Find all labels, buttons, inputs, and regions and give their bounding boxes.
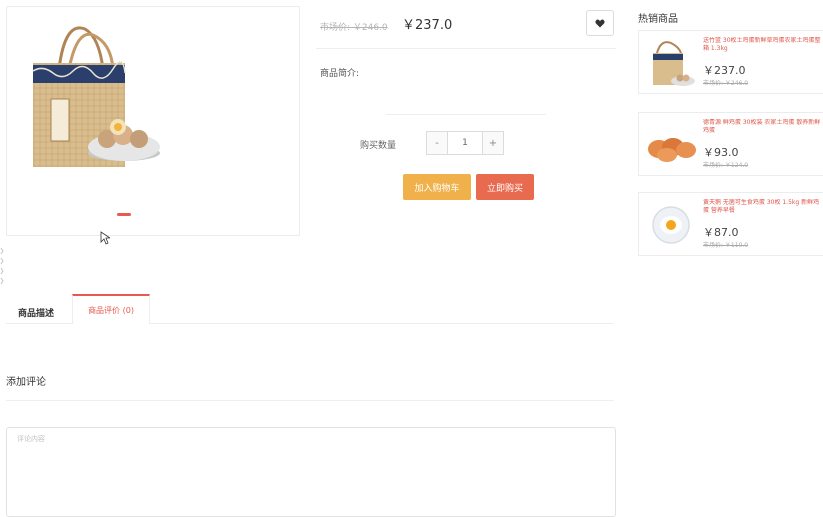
product-intro-label: 商品简介: [320,69,360,79]
add-to-cart-button[interactable]: 加入购物车 [403,174,471,200]
divider [6,400,614,401]
quantity-label: 购买数量 [360,141,397,151]
divider [316,48,616,49]
hot-product-card[interactable]: 送竹篮 30枚土鸡蛋新鲜草鸡蛋农家土鸡蛋整箱 1.3kg ￥237.0 市场价:… [638,30,823,94]
divider [386,114,546,115]
hot-product-name[interactable]: 黄天鹅 无菌可生食鸡蛋 30枚 1.5kg 新鲜鸡蛋 营养早餐 [703,199,823,215]
hot-product-card[interactable]: 德青源 鲜鸡蛋 30枚装 农家土鸡蛋 散养新鲜鸡蛋 ￥93.0 市场价: ￥12… [638,112,823,176]
side-scroll-marker [0,247,4,285]
hot-product-price: ￥93.0 [703,146,739,159]
current-price: ￥237.0 [402,18,453,33]
review-textarea[interactable] [6,427,616,517]
decrease-button[interactable]: - [426,131,448,155]
buy-now-button[interactable]: 立即购买 [476,174,534,200]
market-price: 市场价: ￥246.0 [320,23,388,33]
tab-description[interactable]: 商品描述 [18,306,54,319]
hot-product-image [648,138,696,162]
hot-product-image [652,206,690,244]
hot-product-card[interactable]: 黄天鹅 无菌可生食鸡蛋 30枚 1.5kg 新鲜鸡蛋 营养早餐 ￥87.0 市场… [638,192,823,256]
tab-reviews[interactable]: 商品评价 (0) [72,294,150,324]
heart-icon [595,19,605,27]
hot-product-old-price: 市场价: ￥110.0 [703,242,749,249]
hot-product-price: ￥87.0 [703,226,739,239]
add-review-heading: 添加评论 [6,377,46,388]
hot-product-name[interactable]: 德青源 鲜鸡蛋 30枚装 农家土鸡蛋 散养新鲜鸡蛋 [703,119,823,135]
hot-product-name[interactable]: 送竹篮 30枚土鸡蛋新鲜草鸡蛋农家土鸡蛋整箱 1.3kg [703,37,823,53]
product-image-gallery[interactable] [6,6,300,236]
hot-product-price: ￥237.0 [703,64,746,77]
mouse-cursor-icon [100,230,112,249]
product-image [32,26,160,167]
favorite-button[interactable] [586,10,614,36]
hot-product-old-price: 市场价: ￥246.0 [703,80,749,87]
quantity-stepper: - 1 + [426,131,504,155]
increase-button[interactable]: + [482,131,504,155]
hot-products-title: 热销商品 [638,14,678,25]
carousel-indicator[interactable] [117,213,131,216]
hot-product-image [653,41,695,86]
hot-product-old-price: 市场价: ￥124.0 [703,162,749,169]
quantity-input[interactable]: 1 [448,131,482,155]
